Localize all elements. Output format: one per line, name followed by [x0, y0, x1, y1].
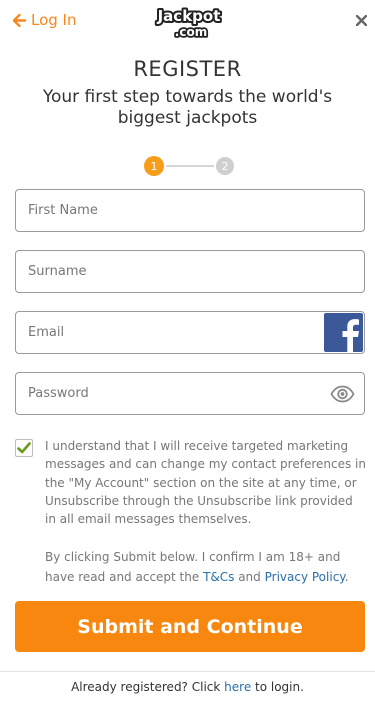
- checkmark-icon: [17, 442, 31, 454]
- facebook-button[interactable]: [324, 313, 363, 352]
- already-registered-row: Already registered? Click here to login.: [0, 680, 375, 694]
- marketing-consent-text: I understand that I will receive targete…: [45, 439, 366, 527]
- surname-input[interactable]: [16, 251, 364, 292]
- login-here-link[interactable]: here: [224, 680, 251, 694]
- login-link[interactable]: Log In: [13, 11, 77, 29]
- step-connector: [166, 165, 214, 167]
- header: Log In Jackpot Jackpot .com .com: [0, 0, 375, 44]
- arrow-left-icon: [13, 13, 26, 27]
- step-2-badge: 2: [216, 157, 234, 175]
- email-field: [15, 311, 365, 354]
- login-link-label: Log In: [31, 11, 77, 29]
- jackpot-logo[interactable]: Jackpot Jackpot .com .com: [151, 4, 227, 40]
- page-title: REGISTER: [133, 57, 242, 81]
- facebook-icon: [342, 319, 359, 352]
- page-subtitle: Your first step towards the world's bigg…: [42, 87, 333, 128]
- first-name-input[interactable]: [16, 190, 364, 231]
- surname-field: [15, 250, 365, 293]
- close-icon: [355, 14, 367, 26]
- svg-text:Jackpot: Jackpot: [157, 7, 221, 25]
- legal-text-joiner: and: [234, 569, 265, 584]
- privacy-policy-link[interactable]: Privacy Policy: [265, 570, 345, 584]
- svg-text:.com: .com: [175, 25, 207, 39]
- submit-button[interactable]: Submit and Continue: [15, 601, 365, 652]
- legal-text-suffix: .: [344, 569, 349, 584]
- marketing-consent-checkbox[interactable]: [15, 439, 33, 457]
- first-name-field: [15, 189, 365, 232]
- password-input[interactable]: [16, 373, 364, 414]
- legal-notice: By clicking Submit below. I confirm I am…: [45, 548, 367, 587]
- email-input[interactable]: [16, 312, 364, 353]
- close-button[interactable]: [353, 10, 369, 30]
- password-field: [15, 372, 365, 415]
- eye-icon[interactable]: [330, 385, 355, 403]
- step-indicator: 1 2: [144, 156, 236, 178]
- footer-divider: [0, 671, 375, 672]
- login-prompt-prefix: Already registered? Click: [71, 680, 225, 694]
- step-1-badge: 1: [144, 156, 164, 176]
- login-prompt-suffix: to login.: [251, 680, 304, 694]
- terms-link[interactable]: T&Cs: [203, 570, 234, 584]
